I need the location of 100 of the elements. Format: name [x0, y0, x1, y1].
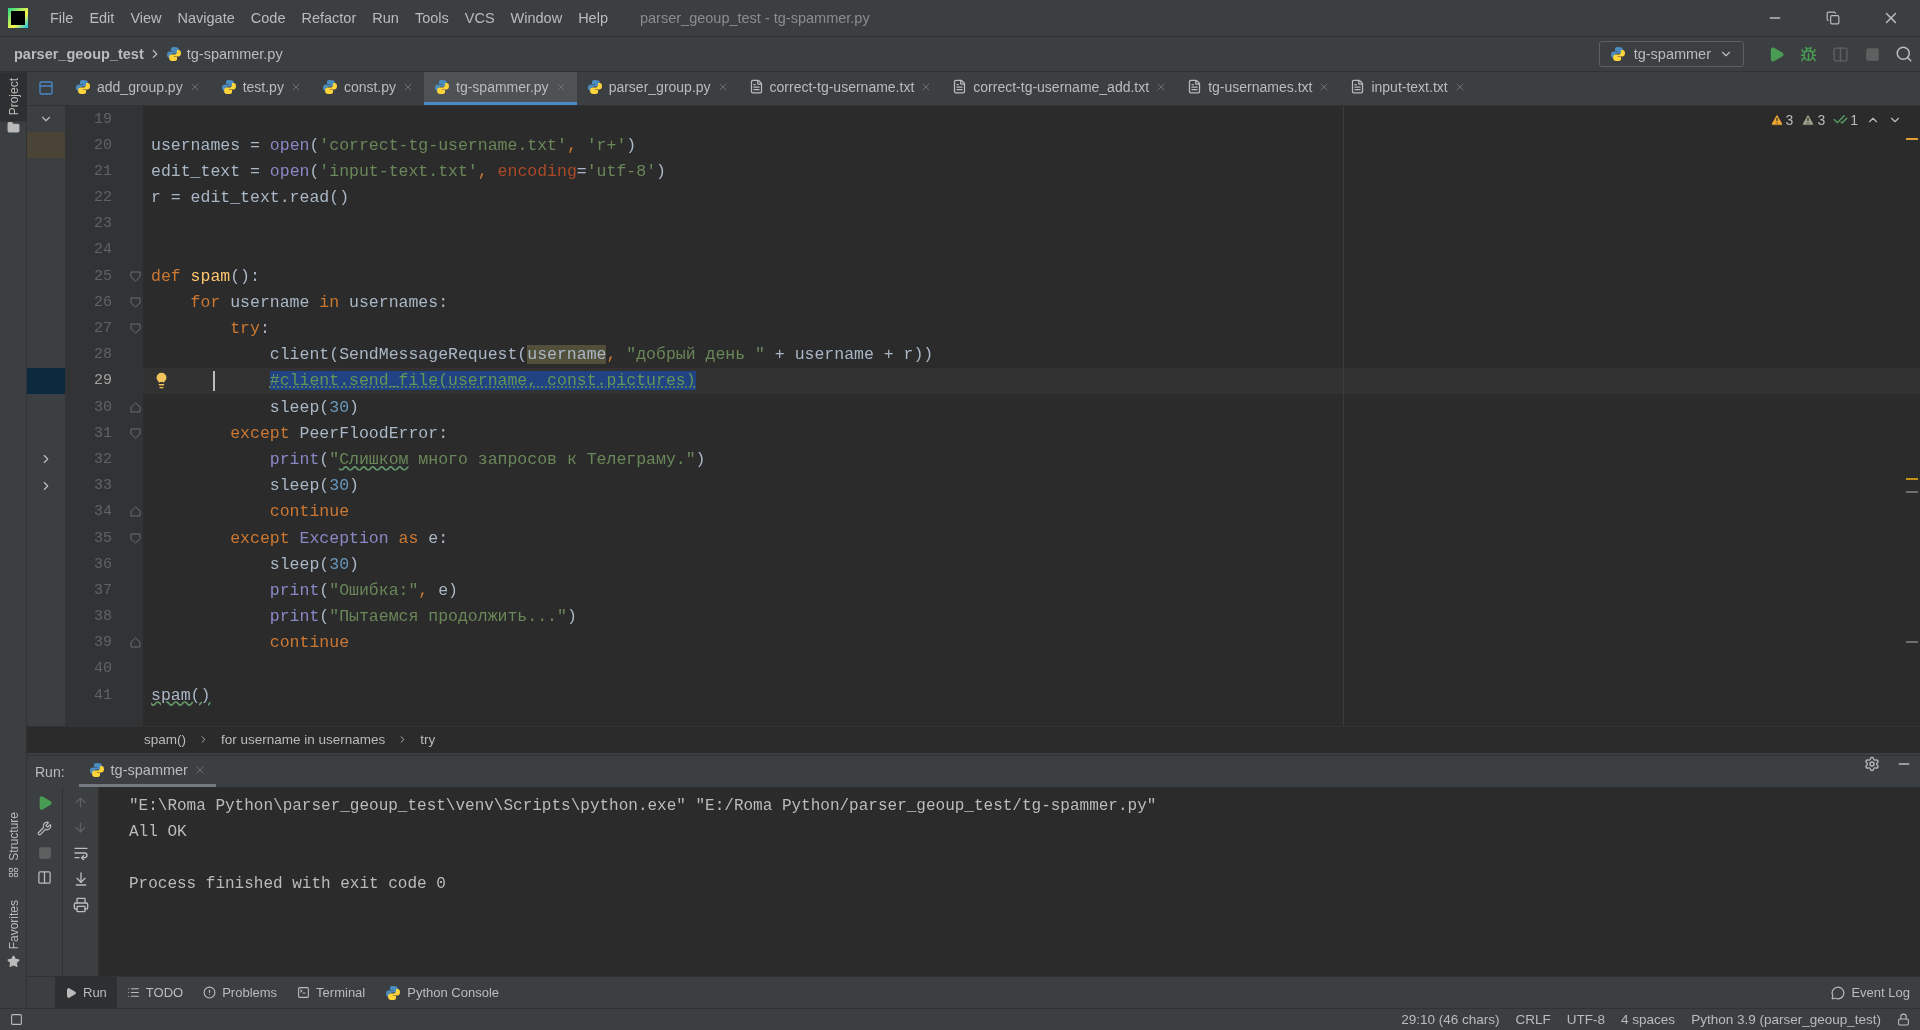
speech-bubble-icon: [1831, 985, 1846, 1000]
structure-icon: [7, 866, 19, 878]
code-line: except PeerFloodError:: [229, 423, 449, 443]
scroll-marker[interactable]: [1906, 137, 1918, 140]
code-line: r = edit_text.read(): [151, 188, 350, 208]
layout-icon[interactable]: [37, 870, 52, 886]
code-breadcrumb[interactable]: spam(): [144, 732, 186, 748]
breadcrumb-file[interactable]: tg-spammer.py: [186, 46, 283, 62]
list-icon: [126, 986, 140, 1000]
fold-marker-icon[interactable]: [130, 532, 141, 544]
text-file-icon: [1187, 79, 1203, 95]
favorites-tool-tab[interactable]: Favorites: [0, 893, 27, 955]
code-line: print("Ошибка:", e): [268, 580, 458, 600]
scroll-marker[interactable]: [1906, 477, 1918, 480]
status-item[interactable]: 4 spaces: [1621, 1012, 1676, 1027]
code-line: sleep(30): [268, 554, 359, 574]
menu-item[interactable]: Edit: [81, 10, 123, 26]
code-line: sleep(30): [268, 397, 359, 417]
console-line: Process finished with exit code 0: [129, 875, 446, 894]
star-icon: [6, 955, 20, 968]
tool-window-tab[interactable]: Terminal: [287, 977, 376, 1008]
menu-item[interactable]: VCS: [456, 10, 503, 26]
status-item[interactable]: 29:10 (46 chars): [1401, 1012, 1500, 1027]
fold-marker-icon[interactable]: [130, 427, 141, 439]
menu-item[interactable]: Navigate: [169, 10, 243, 26]
terminal-icon: [297, 986, 311, 1000]
code-line: except Exception as e:: [229, 528, 449, 548]
debug-icon[interactable]: [1799, 45, 1817, 63]
run-config-dropdown[interactable]: tg-spammer: [1598, 41, 1744, 67]
fold-marker-icon[interactable]: [130, 323, 141, 334]
fold-marker-icon[interactable]: [130, 401, 141, 413]
editor-tab[interactable]: tg-spammer.py: [424, 72, 577, 105]
editor-tab[interactable]: tg-usernames.txt: [1177, 72, 1341, 105]
tool-window-tab[interactable]: Python Console: [375, 977, 509, 1008]
menu-item[interactable]: Code: [242, 10, 294, 26]
menu-item[interactable]: Help: [570, 10, 616, 26]
lock-icon[interactable]: [1897, 1013, 1910, 1026]
event-log-tab[interactable]: Event Log: [1821, 977, 1920, 1008]
fold-marker-icon[interactable]: [130, 506, 141, 518]
tool-window-tab[interactable]: Run: [55, 977, 117, 1008]
inspection-count: 3: [1817, 111, 1826, 128]
menu-item[interactable]: Window: [502, 10, 571, 26]
fold-marker-icon[interactable]: [130, 637, 141, 649]
menu-item[interactable]: File: [42, 10, 82, 26]
print-icon[interactable]: [72, 897, 89, 914]
fold-marker-icon[interactable]: [130, 270, 141, 282]
status-item[interactable]: Python 3.9 (parser_geoup_test): [1691, 1012, 1881, 1027]
python-file-icon: [385, 984, 402, 1001]
editor-tab[interactable]: test.py: [210, 72, 312, 105]
editor-tab[interactable]: const.py: [311, 72, 425, 105]
editor-tab[interactable]: input-text.txt: [1340, 72, 1476, 105]
structure-tool-tab[interactable]: Structure: [0, 805, 27, 867]
search-icon[interactable]: [1895, 45, 1913, 63]
project-tool-tab[interactable]: Project: [0, 72, 27, 122]
code-line: sleep(30): [268, 476, 359, 496]
menu-item[interactable]: Tools: [406, 10, 457, 26]
code-line: print("Слишком много запросов к Телеграму."): [268, 449, 706, 469]
python-file-icon: [586, 78, 603, 95]
code-breadcrumb[interactable]: try: [420, 732, 436, 748]
restore-icon[interactable]: [1826, 11, 1840, 25]
arrow-down-icon[interactable]: [73, 820, 88, 836]
scroll-marker[interactable]: [1906, 640, 1918, 643]
window-title: parser_geoup_test - tg-spammer.py: [639, 10, 870, 26]
code-line: continue: [268, 502, 350, 522]
settings-icon[interactable]: [1864, 755, 1880, 772]
stop-icon[interactable]: [37, 846, 52, 861]
code-breadcrumb[interactable]: for username in usernames: [221, 732, 386, 748]
code-line: continue: [268, 633, 350, 653]
menu-item[interactable]: View: [122, 10, 170, 26]
line-number: 29: [93, 372, 113, 390]
editor-tab[interactable]: parser_group.py: [576, 72, 739, 105]
menu-item[interactable]: Refactor: [293, 10, 365, 26]
python-file-icon: [165, 46, 182, 62]
panel-toggle-icon[interactable]: [10, 1013, 23, 1026]
editor-tab[interactable]: correct-tg-username_add.txt: [942, 72, 1178, 105]
editor-tab[interactable]: add_group.py: [65, 72, 211, 105]
editor-tab[interactable]: correct-tg-username.txt: [738, 72, 943, 105]
tool-window-tab[interactable]: TODO: [116, 977, 194, 1008]
python-file-icon: [321, 78, 338, 95]
status-item[interactable]: CRLF: [1515, 1012, 1551, 1027]
python-file-icon: [75, 78, 91, 95]
warning-icon: [1801, 112, 1816, 127]
folder-icon: [6, 121, 20, 135]
code-line: client(SendMessageRequest(username, "добрый день " + username + r)): [268, 345, 934, 365]
status-item[interactable]: UTF-8: [1566, 1012, 1606, 1027]
tool-window-tab[interactable]: Problems: [193, 977, 288, 1008]
alert-icon: [203, 986, 217, 1000]
code-line: usernames = open('correct-tg-username.txt', 'r+'): [151, 135, 637, 155]
soft-wrap-icon[interactable]: [72, 845, 89, 862]
breadcrumb-project[interactable]: parser_geoup_test: [14, 46, 144, 62]
panel-icon[interactable]: [38, 80, 54, 97]
menu-item[interactable]: Run: [364, 10, 407, 26]
stop-icon[interactable]: [1864, 46, 1880, 62]
code-line: try:: [229, 319, 270, 338]
scroll-marker[interactable]: [1906, 490, 1918, 493]
wrench-icon[interactable]: [37, 821, 52, 837]
inspection-count: 3: [1785, 111, 1794, 128]
warning-icon: [1769, 112, 1784, 127]
fold-marker-icon[interactable]: [130, 296, 141, 308]
text-caret: [213, 370, 215, 391]
